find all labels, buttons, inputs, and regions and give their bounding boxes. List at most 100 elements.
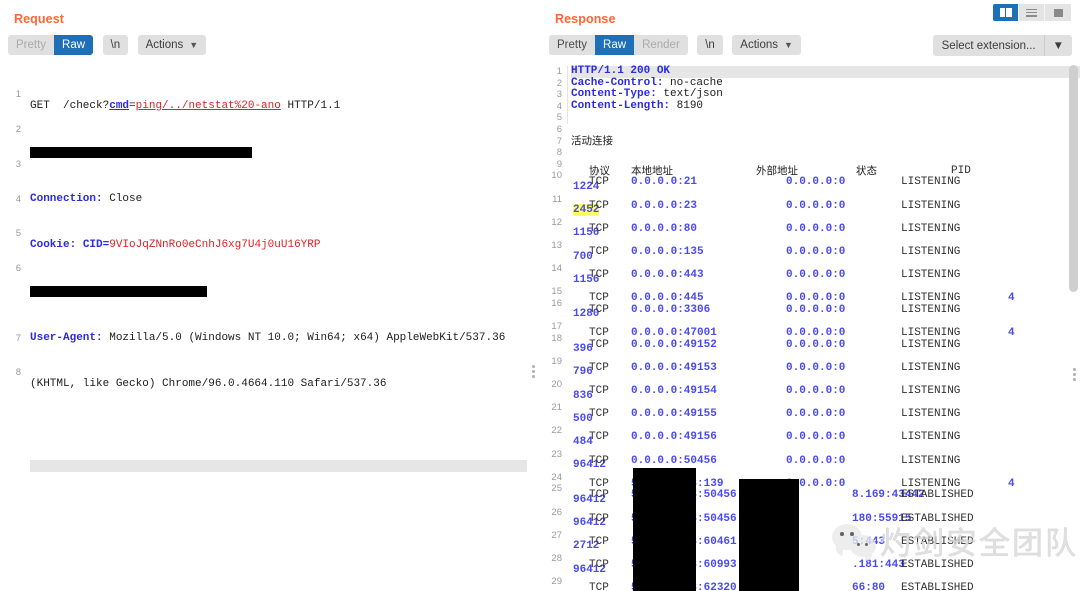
request-actions-label: Actions [145, 39, 184, 51]
cell-state: LISTENING [901, 454, 961, 467]
select-extension-dropdown[interactable]: Select extension... ▼ [932, 35, 1072, 56]
line-number: 23 [551, 448, 562, 460]
cell-local-address: 0.0.0.0:443 [631, 269, 704, 282]
layout-stacked-button[interactable] [1019, 4, 1045, 21]
request-raw-tab[interactable]: Raw [54, 35, 94, 55]
cell-local-address: 0.0.0.0:21 [631, 176, 698, 189]
chevron-down-icon: ▼ [1043, 35, 1072, 56]
line-number [541, 275, 565, 287]
line-number: 26 [551, 506, 562, 518]
cell-foreign-address: 36 66:80 [786, 582, 886, 591]
response-scrollbar-thumb[interactable] [1069, 65, 1078, 292]
gutter-divider [567, 66, 568, 124]
redaction-bar [30, 147, 252, 159]
redaction-box-foreign-address [739, 479, 799, 591]
response-newline-toggle[interactable]: \n [697, 35, 723, 55]
cookie-header-name: Cookie: [30, 238, 77, 251]
connection-row: TCP 0.0.0.0:49153 0.0.0.0:0 LISTENING [571, 356, 1080, 373]
cell-state: ESTABLISHED [901, 512, 974, 525]
cell-state: LISTENING [901, 408, 961, 421]
connection-header-value: Close [102, 192, 143, 205]
cell-protocol: TCP [589, 582, 609, 591]
line-number: 24 [551, 471, 562, 483]
connection-row: TCP 0.0.0.0:47001 0.0.0.0:0 LISTENING 4 [571, 321, 1080, 338]
response-render-tab[interactable]: Render [634, 35, 688, 55]
cell-state: LISTENING [901, 385, 961, 398]
cell-local-address: 0.0.0.0:49154 [631, 385, 717, 398]
line-number: 8 [15, 367, 21, 379]
line-number [541, 518, 565, 530]
cell-local-address: 0.0.0.0:23 [631, 199, 698, 212]
cookie-key: CID= [76, 238, 110, 251]
active-connections-label: 活动连接 [571, 134, 613, 147]
cell-pid: 4 [1008, 327, 1015, 340]
splitter-grip-icon [532, 365, 535, 378]
cell-foreign-address: 0.0.0.0:0 [786, 338, 846, 351]
line-number: 2 [15, 123, 21, 135]
header-value: no-cache [663, 76, 723, 89]
connection-row: TCP 0.0.0.0:445 0.0.0.0:0 LISTENING 4 [571, 286, 1080, 304]
request-pane: Request Pretty Raw \n Actions ▼ 1 2 3 4 … [0, 0, 527, 591]
header-name: Content-Length: [571, 99, 671, 112]
cell-protocol: TCP [589, 489, 609, 502]
cell-foreign-address: 0.0.0.0:0 [786, 303, 846, 316]
connection-row: TCP 0.0.0.0:50456 0.0.0.0:0 LISTENING [571, 449, 1080, 466]
line-number: 28 [551, 552, 562, 564]
line-number: 21 [551, 402, 562, 414]
request-pretty-tab[interactable]: Pretty [8, 35, 55, 55]
response-editor[interactable]: 1 2 3 4 5 6 7 8 9 10 11 12 13 14 15 16 17 18 19 20 21 22 23 24 2… [541, 63, 1080, 591]
line-number: 8 [556, 147, 562, 159]
cell-local-address: 0.0.0.0:3306 [631, 303, 711, 316]
request-line-3: Connection: Close [30, 192, 527, 206]
response-pretty-tab[interactable]: Pretty [549, 35, 596, 55]
request-param-value: ping/../netstat%20-ano [135, 99, 281, 112]
header-value: 8190 [670, 99, 704, 112]
request-line-5-redacted [30, 286, 527, 298]
cell-foreign-address: 0.0.0.0:0 [786, 408, 846, 421]
cookie-value: 9VIoJqZNnRo0eCnhJ6xg7U4j0uU16YRP [109, 238, 321, 251]
chevron-down-icon: ▼ [784, 39, 793, 50]
request-toolbar: Pretty Raw \n Actions ▼ [0, 35, 527, 59]
cell-state: LISTENING [901, 199, 961, 212]
layout-single-button[interactable] [1045, 4, 1071, 21]
request-view-mode-group: Pretty Raw [8, 35, 94, 55]
header-name: Cache-Control: [571, 76, 664, 89]
line-number: 18 [551, 332, 562, 344]
response-scrollbar[interactable] [1069, 63, 1078, 591]
cell-state: ESTABLISHED [901, 558, 974, 571]
line-number [541, 460, 565, 472]
select-extension-label: Select extension... [941, 39, 1036, 52]
col-header-state: 状态 [856, 164, 877, 177]
cell-foreign-address: 0.0.0.0:0 [786, 222, 846, 235]
request-newline-toggle[interactable]: \n [102, 35, 129, 55]
line-number [541, 541, 565, 553]
cell-foreign-address: 20 5:443 [786, 535, 886, 548]
request-editor[interactable]: 1 2 3 4 5 6 7 8 GET /check?cmd=ping/../n… [0, 63, 527, 591]
cell-protocol: TCP [589, 303, 609, 316]
response-header-2: Content-Length: 8190 [571, 99, 1080, 113]
cell-pid: 4 [1008, 292, 1015, 305]
line-number [541, 367, 565, 379]
response-actions-label: Actions [740, 39, 778, 51]
layout-side-by-side-button[interactable] [993, 4, 1019, 21]
connection-row: TCP 0.0.0.0:135 0.0.0.0:0 LISTENING [571, 240, 1080, 257]
cell-state: LISTENING [901, 222, 961, 235]
line-number [541, 391, 565, 403]
cell-protocol: TCP [589, 512, 609, 525]
cell-local-address: 0.0.0.0:80 [631, 222, 698, 235]
line-number: 14 [551, 263, 562, 275]
line-number [541, 252, 565, 264]
header-value: text/json [656, 88, 723, 101]
pane-splitter[interactable] [527, 0, 541, 591]
request-line-4: Cookie: CID=9VIoJqZNnRo0eCnhJ6xg7U4j0uU1… [30, 238, 527, 252]
response-grip-icon [1073, 368, 1076, 381]
response-actions-button[interactable]: Actions ▼ [732, 35, 801, 55]
response-raw-tab[interactable]: Raw [595, 35, 635, 55]
cell-protocol: TCP [589, 269, 609, 282]
line-number [541, 414, 565, 426]
line-number [541, 495, 565, 507]
cell-protocol: TCP [589, 222, 609, 235]
line-number: 9 [556, 158, 562, 170]
request-actions-button[interactable]: Actions ▼ [137, 35, 207, 55]
cell-foreign-address: 11 .181:443 [786, 558, 905, 571]
